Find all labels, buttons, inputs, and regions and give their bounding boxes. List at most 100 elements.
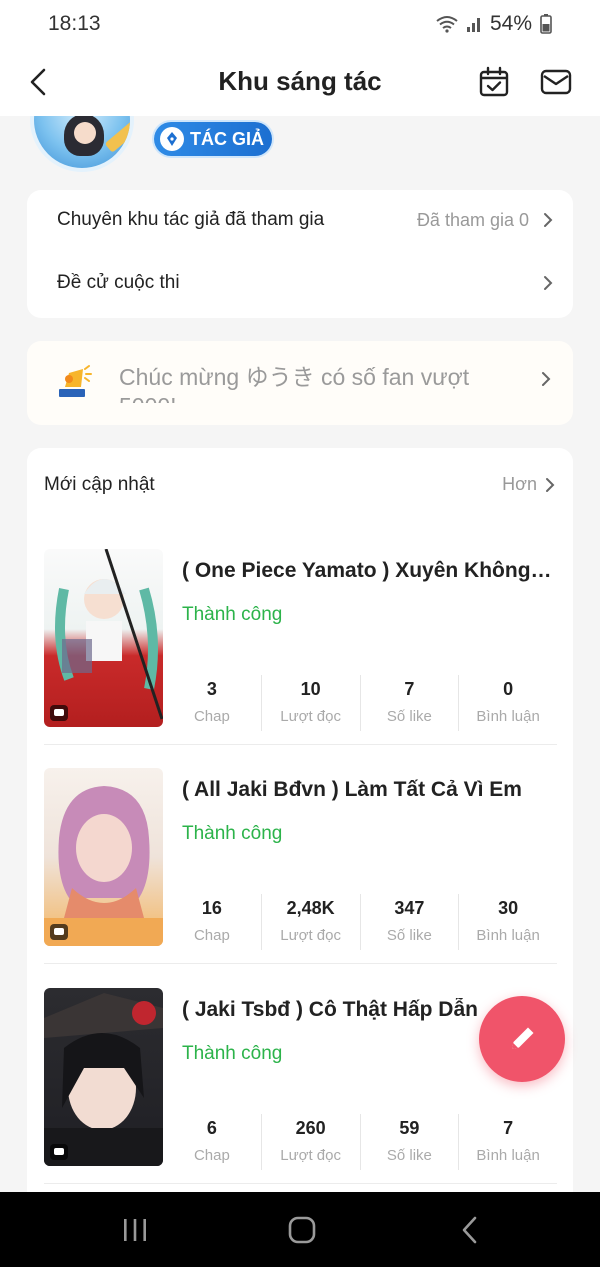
recent-updates-card: Mới cập nhật Hơn ( One Piece Yamato ) Xu…: [27, 448, 573, 1208]
calendar-check-icon: [479, 66, 509, 97]
avatar-face: [74, 122, 96, 144]
stat-label: Chap: [193, 708, 230, 725]
pencil-icon: [512, 1027, 534, 1049]
chevron-right-icon: [544, 276, 553, 290]
stat-value: 10: [300, 679, 321, 699]
stat-label: Chap: [193, 1147, 230, 1164]
stat-value: 3: [206, 679, 217, 699]
stat-reads: 260 Lượt đọc: [260, 1114, 360, 1170]
story-cover[interactable]: [44, 988, 163, 1166]
stat-label: Số like: [386, 1147, 432, 1164]
stat-label: Bình luận: [476, 708, 540, 725]
stat-label: Số like: [386, 927, 432, 944]
mail-button[interactable]: [538, 64, 574, 100]
home-icon: [288, 1216, 316, 1244]
write-fab-button[interactable]: [479, 996, 565, 1082]
stat-comments: 30 Bình luận: [458, 894, 557, 950]
story-item[interactable]: ( Jaki Tsbđ ) Cô Thật Hấp Dẫn Thành công…: [44, 988, 557, 1184]
chevron-right-icon: [546, 477, 555, 492]
cover-art: [55, 549, 163, 720]
story-status: Thành công: [182, 1043, 283, 1064]
stat-label: Số like: [386, 708, 432, 725]
story-status: Thành công: [182, 823, 283, 844]
stat-reads: 10 Lượt đọc: [260, 675, 360, 731]
author-badge: TÁC GIẢ: [154, 122, 272, 156]
stat-chap: 16 Chap: [163, 894, 261, 950]
story-cover[interactable]: [44, 549, 163, 727]
story-stats: 16 Chap 2,48K Lượt đọc 347 Số like 30 Bình l…: [163, 894, 557, 950]
section-title: Mới cập nhật: [44, 474, 155, 495]
mail-icon: [540, 69, 572, 95]
stat-value: 59: [399, 1118, 420, 1138]
stat-value: 347: [394, 898, 425, 918]
back-nav-button[interactable]: [440, 1210, 500, 1250]
more-label: Hơn: [502, 474, 537, 494]
stat-label: Bình luận: [476, 1147, 540, 1164]
stat-reads: 2,48K Lượt đọc: [260, 894, 360, 950]
avatar[interactable]: [30, 116, 134, 172]
stat-value: 2,48K: [286, 898, 335, 918]
status-icons: 54%: [436, 12, 552, 36]
battery-percent: 54%: [489, 12, 532, 35]
story-stats: 6 Chap 260 Lượt đọc 59 Số like 7 Bình luận: [163, 1114, 557, 1170]
recent-apps-icon: [124, 1219, 146, 1241]
status-bar: 18:13 54%: [0, 0, 600, 48]
stat-label: Bình luận: [476, 927, 540, 944]
story-title: ( One Piece Yamato ) Xuyên Không ...: [182, 559, 552, 582]
home-button[interactable]: [272, 1210, 332, 1250]
story-title: ( All Jaki Bđvn ) Làm Tất Cả Vì Em: [182, 778, 522, 801]
cover-art: [44, 786, 163, 946]
stat-value: 260: [295, 1118, 326, 1138]
stat-value: 7: [404, 679, 415, 699]
menu-item-joined-zones[interactable]: Chuyên khu tác giả đã tham gia Đã tham g…: [57, 190, 553, 250]
menu-card: Chuyên khu tác giả đã tham gia Đã tham g…: [27, 190, 573, 318]
stat-label: Lượt đọc: [280, 1147, 341, 1164]
comment-icon: [50, 924, 68, 940]
stat-value: 7: [503, 1118, 514, 1138]
recent-apps-button[interactable]: [105, 1210, 165, 1250]
cover-art: [44, 993, 163, 1166]
avatar-pen: [104, 119, 130, 153]
comment-icon: [50, 1144, 68, 1160]
menu-item-label: Đề cử cuộc thi: [57, 272, 180, 293]
megaphone-icon: [59, 365, 92, 397]
chevron-right-icon: [542, 372, 551, 386]
system-nav-bar: [0, 1192, 600, 1267]
comment-icon: [50, 705, 68, 721]
menu-item-value: Đã tham gia 0: [416, 209, 529, 230]
stat-value: 0: [503, 679, 514, 699]
author-badge-label: TÁC GIẢ: [190, 128, 264, 149]
stat-label: Lượt đọc: [280, 708, 341, 725]
battery-icon: [540, 14, 552, 34]
wifi-icon: [436, 16, 458, 33]
stat-label: Chap: [193, 927, 230, 944]
story-item[interactable]: ( All Jaki Bđvn ) Làm Tất Cả Vì Em Thành…: [44, 768, 557, 964]
stat-value: 6: [206, 1118, 217, 1138]
stat-likes: 7 Số like: [359, 675, 459, 731]
menu-item-label: Chuyên khu tác giả đã tham gia: [57, 209, 325, 230]
back-nav-icon: [462, 1216, 477, 1244]
story-stats: 3 Chap 10 Lượt đọc 7 Số like 0 Bình luận: [163, 675, 557, 731]
stat-comments: 0 Bình luận: [458, 675, 557, 731]
stat-value: 16: [201, 898, 222, 918]
signal-icon: [466, 18, 480, 32]
stat-value: 30: [498, 898, 519, 918]
stat-comments: 7 Bình luận: [458, 1114, 557, 1170]
announcement-card[interactable]: Chúc mừng ゆうき có số fan vượt 5000!: [27, 341, 573, 425]
status-time: 18:13: [48, 12, 101, 35]
stat-chap: 6 Chap: [163, 1114, 261, 1170]
chevron-right-icon: [544, 213, 553, 227]
stat-label: Lượt đọc: [280, 927, 341, 944]
menu-item-contest-nomination[interactable]: Đề cử cuộc thi: [57, 253, 553, 313]
pen-nib-icon: [160, 127, 184, 151]
stat-chap: 3 Chap: [163, 675, 261, 731]
more-link[interactable]: Hơn: [502, 474, 555, 495]
profile-strip: TÁC GIẢ: [0, 116, 600, 176]
calendar-button[interactable]: [476, 64, 512, 100]
announcement-text: Chúc mừng ゆうき có số fan vượt 5000!: [119, 364, 470, 403]
stat-likes: 59 Số like: [359, 1114, 459, 1170]
story-status: Thành công: [182, 604, 283, 625]
app-header: Khu sáng tác: [0, 48, 600, 116]
story-cover[interactable]: [44, 768, 163, 946]
story-item[interactable]: ( One Piece Yamato ) Xuyên Không ... Thà…: [44, 549, 557, 745]
